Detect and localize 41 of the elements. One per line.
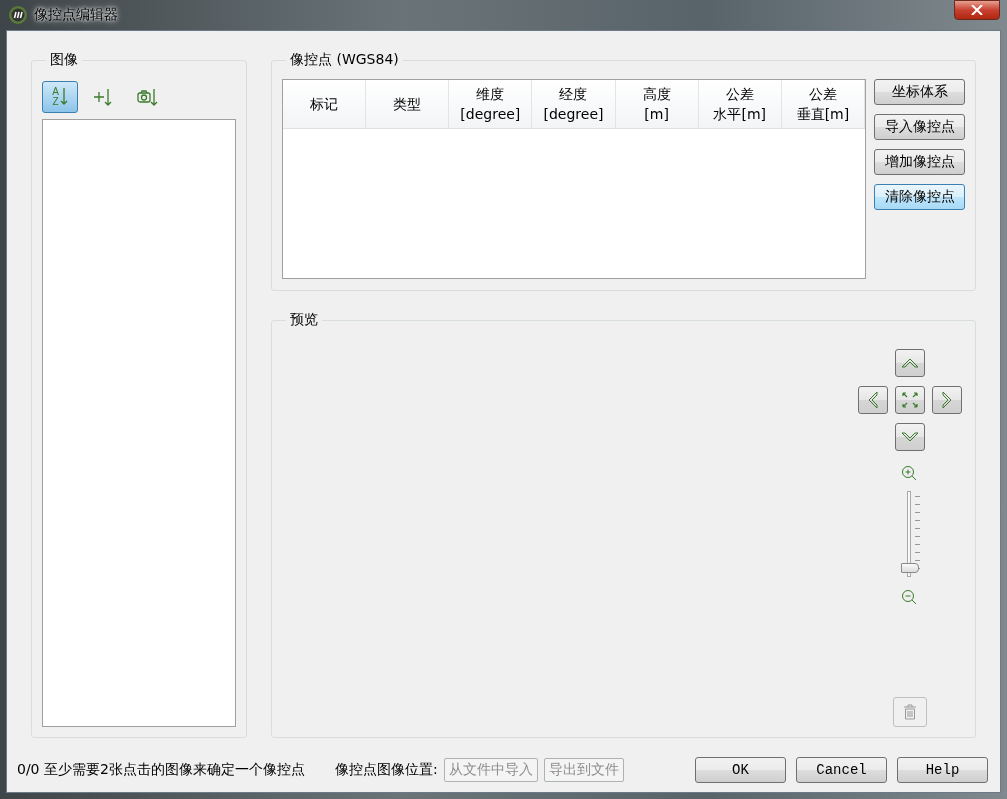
expand-icon — [902, 392, 918, 408]
slider-thumb[interactable] — [901, 563, 919, 573]
column-header[interactable]: 维度 [degree] — [449, 80, 533, 128]
pan-left-button[interactable] — [858, 386, 888, 414]
column-header[interactable]: 类型 — [366, 80, 450, 128]
points-action-button[interactable]: 坐标体系 — [874, 79, 965, 105]
column-header[interactable]: 高度 [m] — [615, 80, 699, 128]
column-header[interactable]: 公差 水平[m] — [698, 80, 782, 128]
close-button[interactable] — [954, 0, 1000, 20]
zoom-in-icon[interactable] — [901, 465, 919, 483]
column-header[interactable]: 经度 [degree] — [532, 80, 616, 128]
group-title: 预览 — [289, 311, 319, 329]
chevron-up-icon — [901, 357, 919, 369]
group-title: 图像 — [49, 51, 79, 69]
sort-tool-button[interactable]: A Z — [42, 81, 78, 113]
trash-icon — [903, 704, 917, 720]
column-header[interactable]: 公差 垂直[m] — [781, 80, 865, 128]
chevron-right-icon — [941, 391, 953, 409]
column-header[interactable]: 标记 — [283, 80, 367, 128]
pan-right-button[interactable] — [932, 386, 962, 414]
location-label: 像控点图像位置: — [334, 761, 438, 779]
pan-up-button[interactable] — [895, 349, 925, 377]
pan-down-button[interactable] — [895, 423, 925, 451]
close-icon — [971, 5, 983, 15]
dialog-button[interactable]: Cancel — [796, 757, 887, 783]
chevron-down-icon — [901, 431, 919, 443]
sort-letters: A Z — [52, 87, 59, 107]
points-action-button[interactable]: 导入像控点 — [874, 114, 965, 140]
chevron-left-icon — [867, 391, 879, 409]
points-action-button[interactable]: 增加像控点 — [874, 149, 965, 175]
window-title: 像控点编辑器 — [34, 6, 118, 24]
group-title: 像控点 (WGS84) — [289, 51, 400, 69]
points-action-button[interactable]: 清除像控点 — [874, 184, 965, 210]
fit-view-button[interactable] — [895, 386, 925, 414]
down-arrow-icon — [59, 88, 68, 106]
zoom-out-icon[interactable] — [901, 589, 919, 607]
camera-arrow-icon — [137, 87, 159, 107]
dialog-button[interactable]: OK — [695, 757, 786, 783]
app-logo-icon — [8, 5, 28, 25]
status-text: 0/0 至少需要2张点击的图像来确定一个像控点 — [17, 761, 305, 779]
dialog-button[interactable]: Help — [897, 757, 988, 783]
